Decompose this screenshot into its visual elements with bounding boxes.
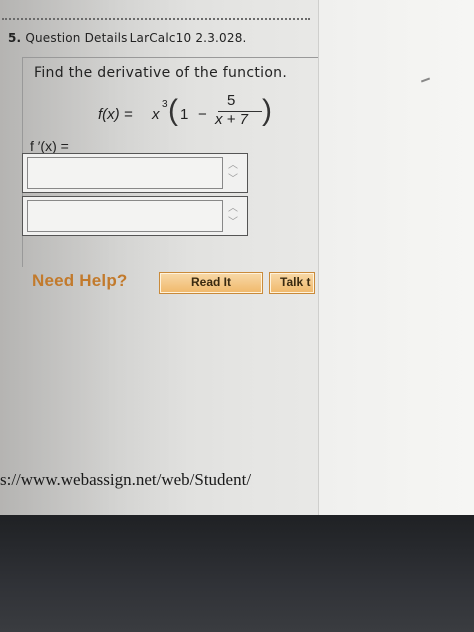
answer-spinner-2[interactable]: ︿ ﹀ (225, 200, 243, 232)
read-it-button[interactable]: Read It (159, 272, 263, 294)
formula-one: 1 (180, 106, 189, 123)
answer-spinner-1[interactable]: ︿ ﹀ (225, 157, 243, 189)
question-details-link[interactable]: Question Details (25, 31, 127, 45)
need-help-label: Need Help? (32, 271, 128, 290)
chevron-down-icon[interactable]: ﹀ (228, 175, 238, 185)
answer-box-1: ︿ ﹀ (22, 153, 248, 193)
question-top-divider (22, 57, 318, 58)
answer-input-1[interactable] (27, 157, 223, 189)
formula-exponent: 3 (162, 99, 168, 110)
answer-box-2: ︿ ﹀ (22, 196, 248, 236)
formula-base: x (152, 106, 160, 123)
formula-minus: − (198, 106, 207, 123)
chevron-up-icon[interactable]: ︿ (228, 204, 238, 214)
printed-url: s://www.webassign.net/web/Student/ (0, 470, 252, 489)
chevron-down-icon[interactable]: ﹀ (228, 218, 238, 228)
question-number: 5. (8, 31, 22, 45)
page-fold (318, 0, 474, 515)
answer-label: f ′(x) = (30, 138, 69, 154)
talk-to-tutor-button[interactable]: Talk t (269, 272, 315, 294)
formula-lhs: f(x) = (98, 106, 133, 123)
formula-close-paren: ) (262, 94, 272, 127)
question-header: 5. Question Details LarCalc10 2.3.028. (8, 31, 247, 45)
dark-background (0, 515, 474, 632)
question-id: LarCalc10 2.3.028. (129, 31, 247, 45)
top-dotted-divider (2, 18, 310, 20)
question-prompt: Find the derivative of the function. (34, 65, 288, 81)
chevron-up-icon[interactable]: ︿ (228, 161, 238, 171)
answer-input-2[interactable] (27, 200, 223, 232)
formula-open-paren: ( (168, 94, 178, 127)
formula-numerator: 5 (227, 92, 236, 109)
formula-denominator: x + 7 (215, 111, 248, 128)
